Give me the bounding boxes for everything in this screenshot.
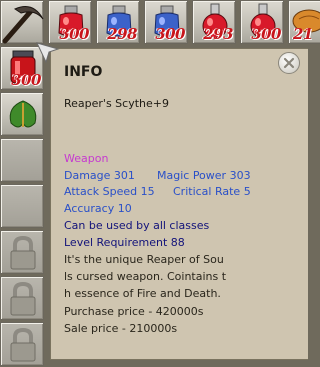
- hotbar-count: 293: [203, 25, 233, 43]
- lock-icon: [10, 281, 36, 316]
- side-slot-empty[interactable]: [0, 184, 44, 228]
- hotbar-slot-red-flask-2[interactable]: 300: [240, 0, 284, 44]
- cursor-icon: [36, 42, 60, 64]
- scythe-icon: [2, 6, 44, 44]
- side-slot-empty[interactable]: [0, 138, 44, 182]
- close-icon: [283, 57, 295, 69]
- hotbar-slot-red-flask[interactable]: 293: [192, 0, 236, 44]
- hotbar-slot-fish-bread[interactable]: 21: [288, 0, 320, 44]
- side-slot-locked[interactable]: [0, 230, 44, 274]
- hotbar-slot-scythe[interactable]: [0, 0, 44, 44]
- sale-price: Sale price - 210000s: [64, 322, 178, 335]
- hotbar-slot-blue-potion[interactable]: 298: [96, 0, 140, 44]
- lock-icon: [10, 235, 36, 270]
- stat-critical-rate: Critical Rate 5: [173, 185, 251, 198]
- stat-attack-speed: Attack Speed 15: [64, 185, 155, 198]
- hotbar-count: 300: [155, 25, 185, 43]
- close-button[interactable]: [278, 52, 300, 74]
- hotbar-slot-blue-potion-2[interactable]: 300: [144, 0, 188, 44]
- side-slot-leaf-amulet[interactable]: [0, 92, 44, 136]
- lock-icon: [10, 327, 36, 362]
- hotbar-count: 300: [59, 25, 89, 43]
- stat-damage: Damage 301: [64, 169, 135, 182]
- item-description-line: ls cursed weapon. Cointains t: [64, 270, 227, 283]
- item-description-line: It's the unique Reaper of Sou: [64, 253, 224, 266]
- level-requirement: Level Requirement 88: [64, 236, 185, 249]
- item-name: Reaper's Scythe+9: [64, 97, 169, 110]
- stat-magic-power: Magic Power 303: [157, 169, 251, 182]
- side-slot-locked[interactable]: [0, 322, 44, 366]
- class-restriction: Can be used by all classes: [64, 219, 210, 232]
- hotbar-count: 298: [107, 25, 137, 43]
- leaf-amulet-icon: [9, 100, 37, 128]
- item-info-tooltip: INFO Reaper's Scythe+9 Weapon Damage 301…: [50, 48, 308, 360]
- stat-accuracy: Accuracy 10: [64, 202, 132, 215]
- side-slot-locked[interactable]: [0, 276, 44, 320]
- item-description-line: h essence of Fire and Death.: [64, 287, 221, 300]
- purchase-price: Purchase price - 420000s: [64, 305, 204, 318]
- item-category: Weapon: [64, 152, 109, 165]
- hotbar-count: 21: [293, 25, 313, 43]
- hotbar-slot-red-potion[interactable]: 300: [48, 0, 92, 44]
- hotbar-count: 300: [251, 25, 281, 43]
- tooltip-title: INFO: [64, 64, 103, 80]
- side-count: 300: [11, 71, 41, 89]
